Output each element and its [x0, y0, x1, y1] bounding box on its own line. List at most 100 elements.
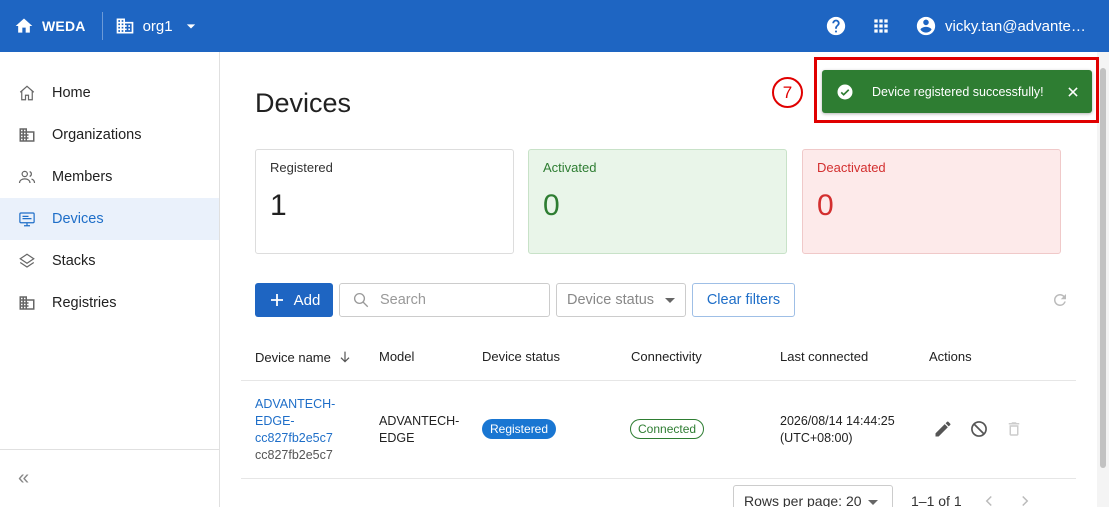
status-cell: Registered — [482, 419, 557, 439]
deactivated-card: Deactivated 0 — [802, 149, 1061, 254]
top-app-bar: WEDA org1 vicky.tan@advantech.com — [0, 0, 1109, 52]
search-icon — [353, 292, 369, 308]
column-last-connected: Last connected — [780, 349, 869, 364]
chevron-right-icon[interactable] — [1016, 492, 1034, 507]
chevron-left-icon[interactable] — [980, 492, 998, 507]
activated-card: Activated 0 — [528, 149, 787, 254]
help-icon[interactable] — [825, 15, 847, 37]
clear-filters-button[interactable]: Clear filters — [692, 283, 795, 317]
user-menu[interactable]: vicky.tan@advantech.com — [915, 15, 1087, 37]
success-toast: Device registered successfully! — [822, 70, 1092, 113]
column-device-name[interactable]: Device name — [255, 349, 353, 365]
status-placeholder: Device status — [567, 292, 655, 308]
search-input[interactable]: Search — [339, 283, 550, 317]
device-name-cell: ADVANTECH- EDGE- cc827fb2e5c7 cc827fb2e5… — [255, 396, 335, 464]
device-name-text: EDGE- — [255, 414, 295, 428]
search-placeholder: Search — [380, 292, 426, 308]
sidebar-item-label: Home — [52, 85, 91, 101]
step-marker: 7 — [772, 77, 803, 108]
trash-icon — [1008, 422, 1020, 436]
sidebar-item-members[interactable]: Members — [0, 156, 219, 198]
registered-card: Registered 1 — [255, 149, 514, 254]
rows-per-page-label: Rows per page: 20 — [744, 493, 862, 507]
clear-filters-label: Clear filters — [706, 292, 781, 308]
block-icon[interactable] — [969, 419, 989, 439]
page-range: 1–1 of 1 — [911, 493, 962, 507]
toast-message: Device registered successfully! — [872, 84, 1044, 99]
sidebar-item-devices[interactable]: Devices — [0, 198, 219, 240]
column-actions: Actions — [929, 349, 972, 364]
device-toolbar: Add Search Device status Clear filters — [255, 283, 1066, 317]
brand-name: WEDA — [42, 18, 86, 34]
scrollbar-thumb[interactable] — [1100, 68, 1106, 468]
monitor-icon — [19, 212, 35, 227]
sidebar-item-stacks[interactable]: Stacks — [0, 240, 219, 282]
caret-down-icon — [186, 24, 195, 29]
actions-cell — [933, 419, 1023, 439]
sidebar-item-label: Registries — [52, 295, 117, 311]
card-value: 0 — [817, 189, 834, 222]
device-name-link[interactable]: ADVANTECH- EDGE- cc827fb2e5c7 — [255, 396, 335, 447]
last-connected-text: 2026/08/14 14:44:25 — [780, 414, 895, 428]
building-icon — [116, 18, 133, 34]
card-value: 0 — [543, 189, 560, 222]
caret-down-icon — [868, 500, 878, 505]
edit-icon[interactable] — [933, 419, 953, 439]
double-chevron-left-icon: « — [18, 467, 30, 489]
sidebar-item-organizations[interactable]: Organizations — [0, 114, 219, 156]
sidebar-item-home[interactable]: Home — [0, 72, 219, 114]
close-icon[interactable] — [1066, 85, 1080, 99]
refresh-icon[interactable] — [1051, 291, 1069, 309]
apps-grid-icon[interactable] — [871, 16, 891, 36]
account-circle-icon — [916, 16, 936, 36]
card-label: Registered — [270, 160, 333, 175]
check-circle-icon — [837, 84, 853, 99]
column-label: Device name — [255, 349, 331, 365]
connectivity-cell: Connected — [630, 419, 705, 439]
devices-table: Device name Model Device status Connecti… — [241, 336, 1076, 479]
collapse-sidebar-button[interactable]: « — [0, 449, 219, 507]
sidebar-item-label: Organizations — [52, 127, 142, 143]
people-icon — [18, 170, 36, 184]
building-icon — [19, 296, 35, 310]
model-cell: ADVANTECH- EDGE — [379, 413, 459, 447]
column-model: Model — [379, 349, 415, 364]
column-device-status: Device status — [482, 349, 561, 364]
last-connected-text: (UTC+08:00) — [780, 431, 853, 445]
add-label: Add — [293, 291, 321, 309]
user-email: vicky.tan@advantech.com — [945, 17, 1087, 35]
org-name: org1 — [142, 17, 173, 35]
sidebar: Home Organizations Members Devices Stack… — [0, 52, 220, 507]
sidebar-nav: Home Organizations Members Devices Stack… — [0, 72, 219, 324]
table-row: ADVANTECH- EDGE- cc827fb2e5c7 cc827fb2e5… — [241, 381, 1076, 479]
layers-icon — [19, 253, 35, 268]
home-icon — [15, 18, 33, 33]
sidebar-item-label: Devices — [52, 211, 104, 227]
sidebar-item-registries[interactable]: Registries — [0, 282, 219, 324]
rows-per-page-select[interactable]: Rows per page: 20 — [733, 485, 893, 507]
model-text: ADVANTECH- — [379, 414, 460, 428]
model-text: EDGE — [379, 431, 415, 445]
page-title: Devices — [255, 88, 352, 118]
card-label: Deactivated — [817, 160, 886, 175]
home-icon — [19, 85, 35, 101]
add-device-button[interactable]: Add — [255, 283, 333, 317]
card-value: 1 — [270, 189, 287, 222]
device-name-text: ADVANTECH- — [255, 397, 336, 411]
connectivity-badge: Connected — [630, 419, 705, 439]
divider — [101, 12, 103, 40]
device-id: cc827fb2e5c7 — [255, 448, 333, 462]
brand-link[interactable]: WEDA — [0, 16, 86, 36]
device-status-select[interactable]: Device status — [556, 283, 686, 317]
org-selector[interactable]: org1 — [115, 16, 201, 36]
building-icon — [19, 128, 35, 142]
last-connected-cell: 2026/08/14 14:44:25 (UTC+08:00) — [780, 413, 895, 447]
sidebar-item-label: Stacks — [52, 253, 96, 269]
caret-down-icon — [665, 298, 675, 303]
column-connectivity: Connectivity — [631, 349, 702, 364]
table-header: Device name Model Device status Connecti… — [241, 336, 1076, 381]
pagination: Rows per page: 20 1–1 of 1 — [733, 485, 1034, 507]
sidebar-item-label: Members — [52, 169, 113, 185]
arrow-down-icon — [340, 351, 350, 363]
plus-icon — [270, 294, 283, 306]
